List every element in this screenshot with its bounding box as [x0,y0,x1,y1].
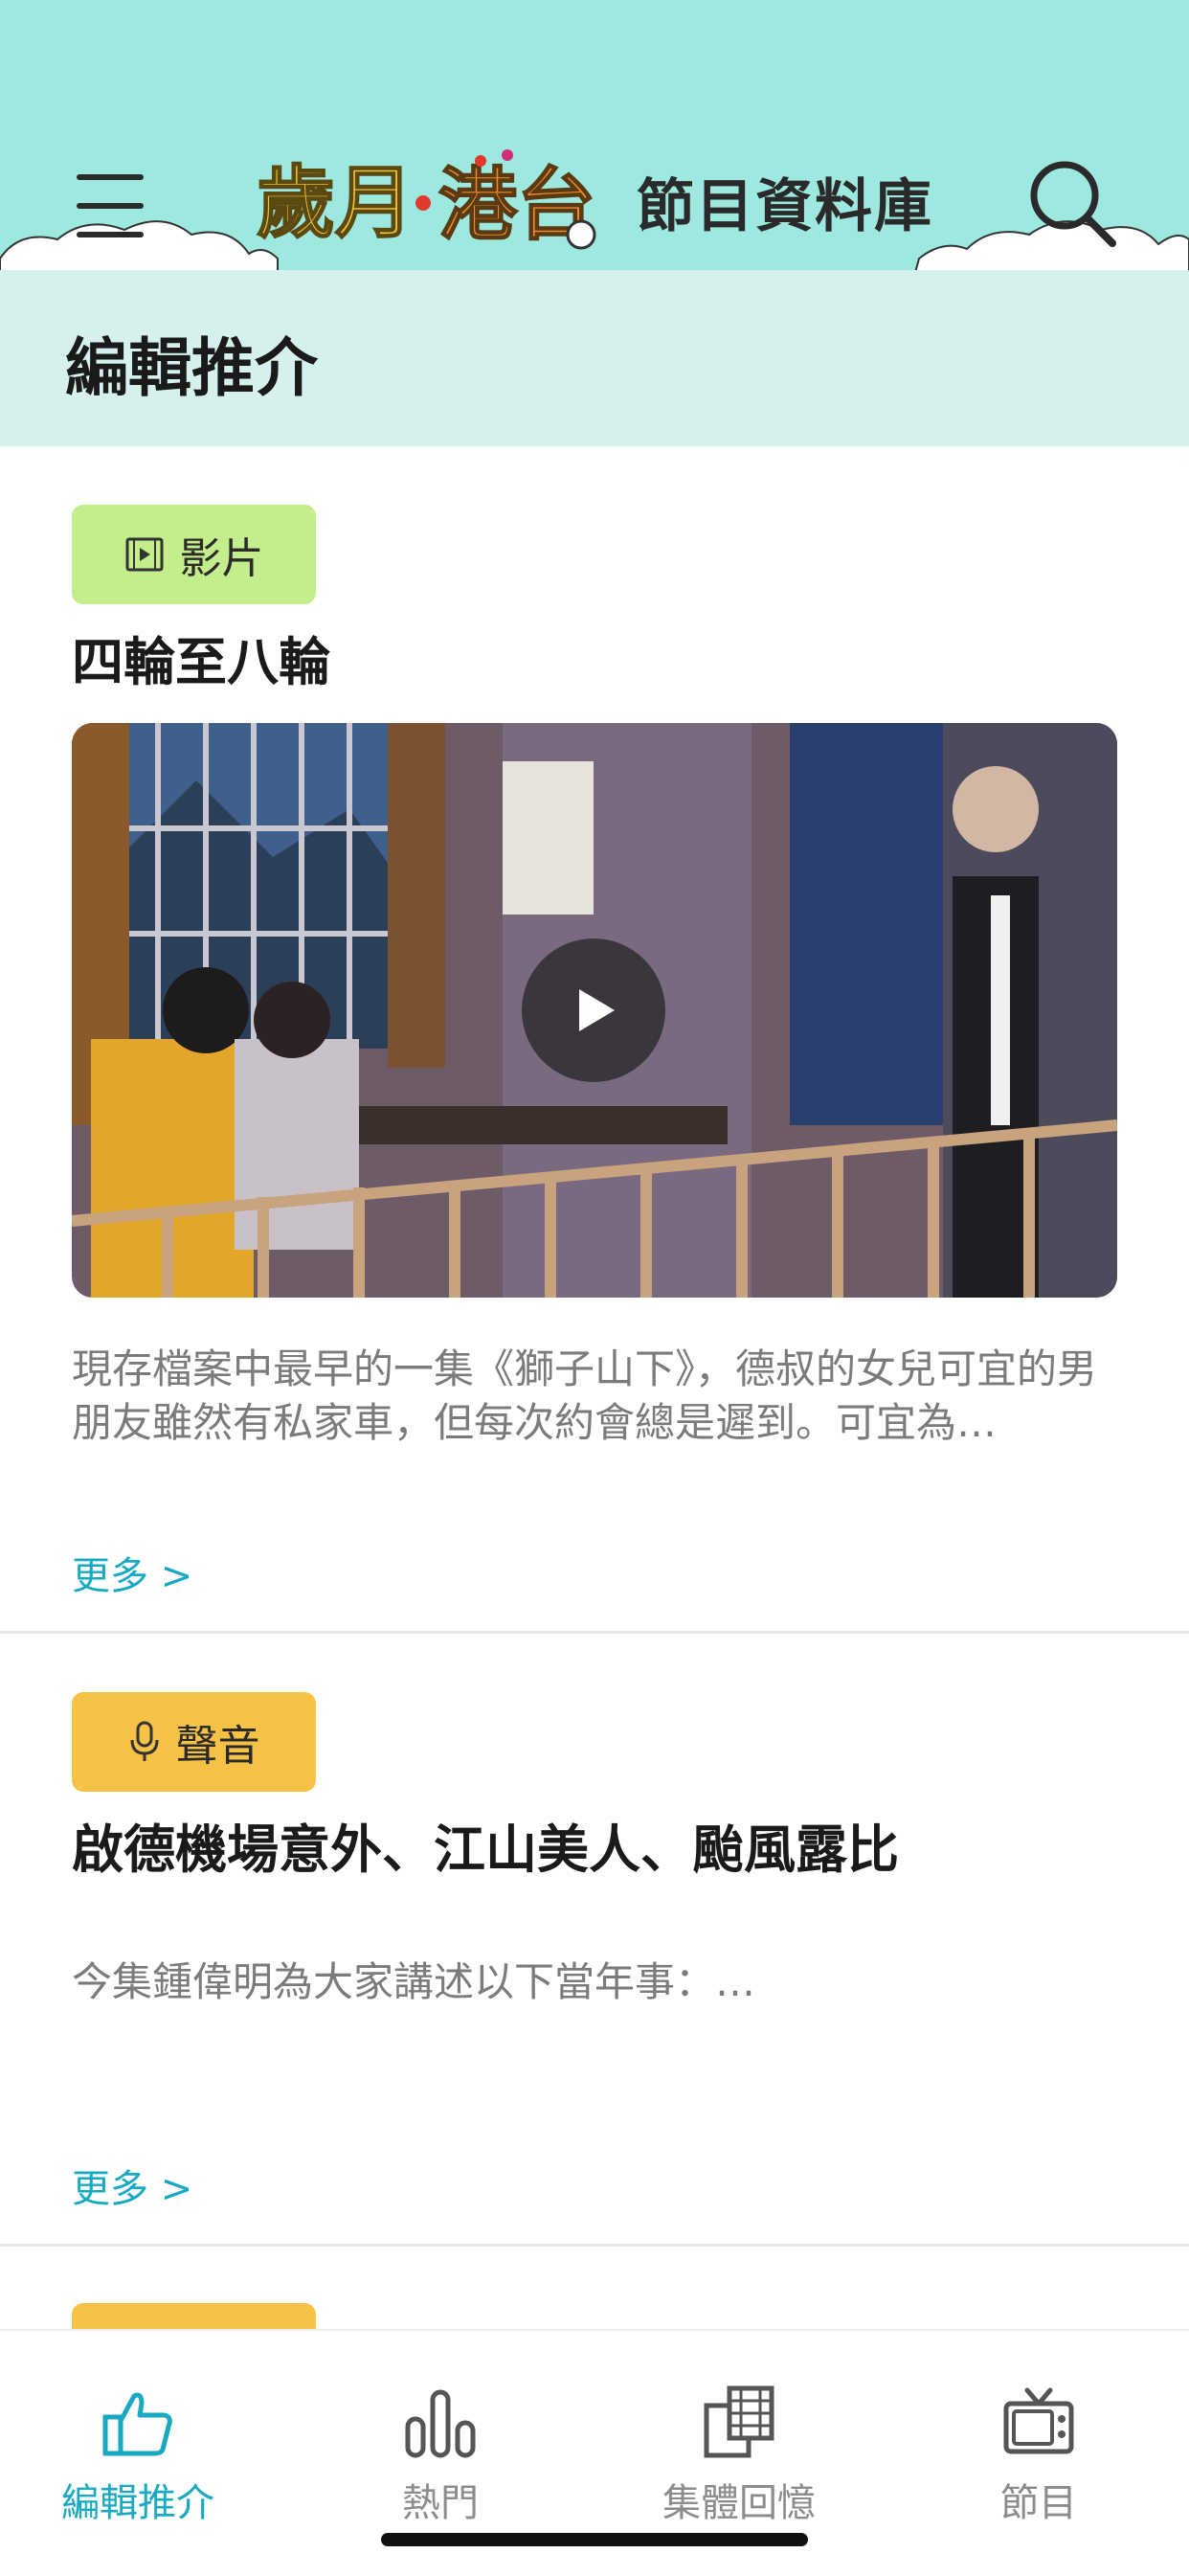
play-icon [579,989,615,1031]
card-title[interactable]: 四輪至八輪 [72,629,330,696]
card-description: 今集鍾偉明為大家講述以下當年事：… [72,1958,756,2005]
video-badge: 影片 [72,505,316,604]
tab-label: 集體回憶 [662,2481,816,2525]
more-link[interactable]: 更多 > [72,2162,192,2216]
hamburger-menu-icon [77,174,144,237]
tab-label: 熱門 [402,2481,479,2525]
search-button[interactable] [1024,155,1120,251]
divider [0,2244,1189,2247]
bar-chart-icon [405,2389,476,2458]
audio-badge: 聲音 [72,1692,316,1792]
video-icon [125,537,163,572]
section-title: 編輯推介 [65,331,318,405]
database-title: 節目資料庫 [637,173,933,240]
menu-button[interactable] [67,163,153,249]
svg-text:歲月: 歲月 [257,158,414,249]
tv-icon [1003,2387,1074,2454]
tab-collective-memories[interactable]: 集體回憶 [615,2384,864,2528]
more-link[interactable]: 更多 > [72,1549,192,1603]
film-strip-icon [704,2385,774,2458]
play-button[interactable] [522,938,665,1082]
thumbs-up-icon [102,2392,172,2456]
tab-editor-picks[interactable]: 編輯推介 [13,2384,262,2528]
badge-label: 影片 [179,534,264,583]
card-title[interactable]: 啟德機場意外、江山美人、颱風露比 [72,1817,899,1884]
card-description: 現存檔案中最早的一集《獅子山下》，德叔的女兒可宜的男朋友雖然有私家車，但每次約會… [72,1345,1098,1446]
app-header: 歲月 港台 節目資料庫 [0,0,1189,287]
search-icon [1030,161,1116,247]
badge-label: 聲音 [175,1722,260,1771]
microphone-icon [130,1721,158,1761]
tab-label: 編輯推介 [61,2481,214,2525]
home-indicator[interactable] [381,2533,808,2546]
divider [0,1631,1189,1634]
app-logo[interactable]: 歲月 港台 [251,144,615,263]
tab-programmes[interactable]: 節目 [914,2384,1163,2528]
tab-popular[interactable]: 熱門 [316,2384,565,2528]
tab-label: 節目 [1000,2481,1077,2525]
